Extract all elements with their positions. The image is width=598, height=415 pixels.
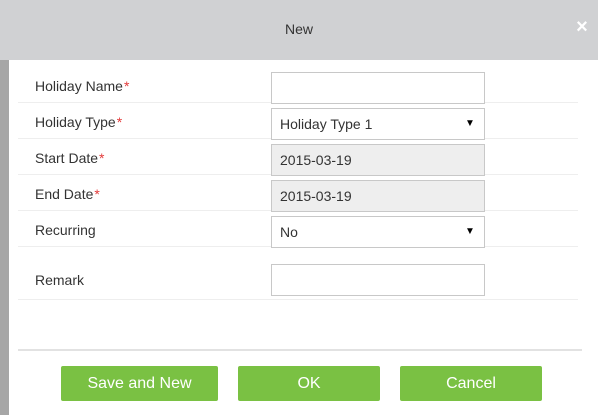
left-border bbox=[0, 60, 9, 415]
holiday-name-label-text: Holiday Name bbox=[35, 78, 123, 94]
holiday-type-select[interactable]: Holiday Type 1 ▼ bbox=[271, 108, 485, 140]
dropdown-arrow-icon: ▼ bbox=[465, 226, 475, 237]
recurring-row: Recurring No ▼ bbox=[18, 212, 578, 248]
holiday-type-label-text: Holiday Type bbox=[35, 114, 116, 130]
recurring-value: No bbox=[280, 224, 298, 240]
footer-divider bbox=[18, 349, 582, 351]
recurring-select[interactable]: No ▼ bbox=[271, 216, 485, 248]
end-date-label: End Date* bbox=[35, 186, 100, 202]
save-and-new-button[interactable]: Save and New bbox=[61, 366, 218, 401]
remark-input[interactable] bbox=[271, 264, 485, 296]
start-date-field[interactable]: 2015-03-19 bbox=[271, 144, 485, 176]
cancel-button[interactable]: Cancel bbox=[400, 366, 542, 401]
holiday-type-label: Holiday Type* bbox=[35, 114, 122, 130]
recurring-label: Recurring bbox=[35, 222, 96, 238]
start-date-label: Start Date* bbox=[35, 150, 104, 166]
remark-label: Remark bbox=[35, 272, 85, 288]
close-icon[interactable]: × bbox=[573, 17, 591, 37]
end-date-field[interactable]: 2015-03-19 bbox=[271, 180, 485, 212]
holiday-name-row: Holiday Name* bbox=[18, 68, 578, 104]
holiday-type-value: Holiday Type 1 bbox=[280, 116, 373, 132]
new-holiday-dialog: New × Holiday Name* Holiday Type* Holida… bbox=[0, 0, 598, 415]
start-date-row: Start Date* 2015-03-19 bbox=[18, 140, 578, 176]
end-date-label-text: End Date bbox=[35, 186, 94, 202]
dialog-titlebar: New × bbox=[0, 0, 598, 60]
start-date-label-text: Start Date bbox=[35, 150, 99, 166]
required-mark: * bbox=[116, 114, 123, 130]
holiday-name-label: Holiday Name* bbox=[35, 78, 129, 94]
holiday-type-row: Holiday Type* Holiday Type 1 ▼ bbox=[18, 104, 578, 140]
ok-button[interactable]: OK bbox=[238, 366, 380, 401]
holiday-name-input[interactable] bbox=[271, 72, 485, 104]
required-mark: * bbox=[99, 150, 105, 166]
required-mark: * bbox=[123, 78, 130, 94]
dropdown-arrow-icon: ▼ bbox=[465, 118, 475, 129]
dialog-title: New bbox=[284, 21, 313, 37]
required-mark: * bbox=[94, 186, 100, 202]
remark-row: Remark bbox=[18, 248, 578, 300]
end-date-row: End Date* 2015-03-19 bbox=[18, 176, 578, 212]
